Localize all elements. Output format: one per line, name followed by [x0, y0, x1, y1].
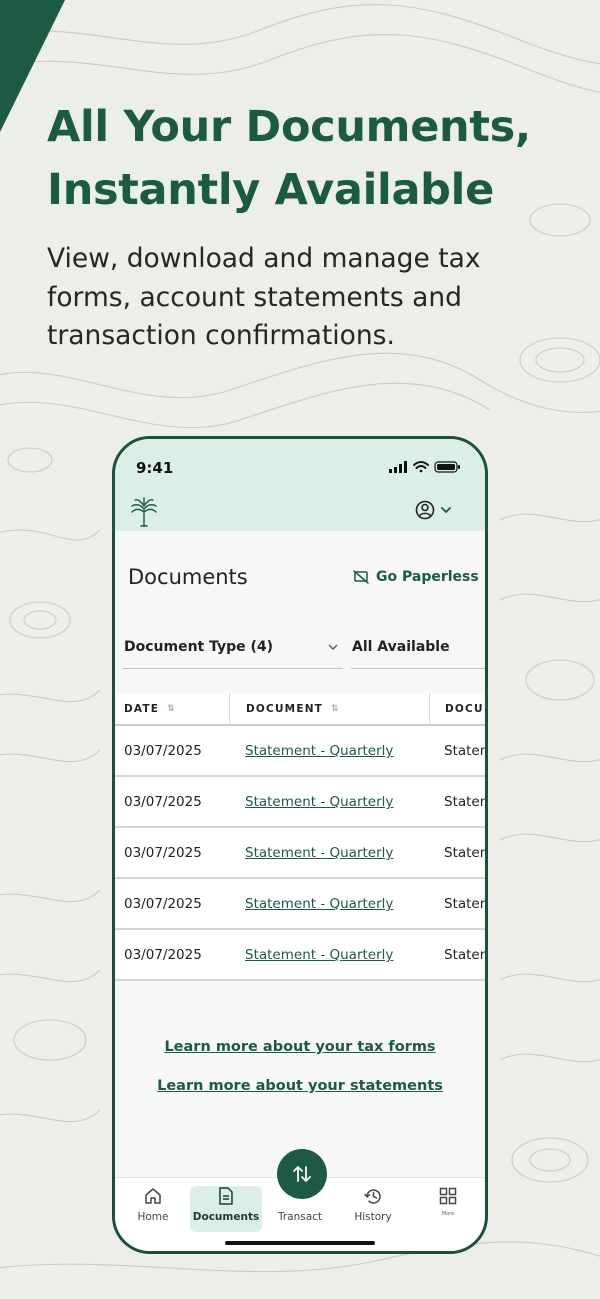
document-type-label: Document Type (4) — [124, 638, 274, 655]
tab-more[interactable]: More — [415, 1186, 481, 1232]
document-icon — [219, 1187, 233, 1205]
row-document-type: Statem — [444, 845, 485, 861]
go-paperless-label: Go Paperless — [376, 569, 479, 585]
tab-history[interactable]: History — [340, 1186, 406, 1232]
column-document-type-label: DOCU — [445, 702, 484, 715]
home-indicator — [225, 1241, 375, 1245]
headline-line-2: Instantly Available — [47, 165, 494, 215]
documents-table: DATE ⇅ DOCUMENT ⇅ DOCU 03/07/2025 Statem… — [115, 693, 485, 981]
tab-history-label: History — [354, 1211, 392, 1223]
chevron-down-icon — [441, 507, 451, 514]
row-document-type: Statem — [444, 743, 485, 759]
row-document-link[interactable]: Statement - Quarterly — [245, 743, 393, 759]
tab-more-label: More — [441, 1211, 455, 1217]
row-document-link[interactable]: Statement - Quarterly — [245, 845, 393, 861]
history-icon — [363, 1188, 381, 1204]
sort-icon: ⇅ — [167, 703, 176, 714]
row-document-link[interactable]: Statement - Quarterly — [245, 896, 393, 912]
phone-frame: 9:41 Documents Go Paperless Document Typ… — [112, 436, 488, 1254]
wifi-icon — [413, 461, 429, 473]
tab-documents-label: Documents — [192, 1211, 260, 1223]
row-date: 03/07/2025 — [124, 896, 202, 912]
column-date[interactable]: DATE ⇅ — [124, 693, 176, 724]
chevron-down-icon — [328, 644, 338, 650]
column-document[interactable]: DOCUMENT ⇅ — [246, 693, 340, 724]
tax-forms-link[interactable]: Learn more about your tax forms — [115, 1039, 485, 1055]
tab-home-label: Home — [137, 1211, 169, 1223]
documents-screen: Documents Go Paperless Document Type (4)… — [115, 531, 485, 1177]
row-document-link[interactable]: Statement - Quarterly — [245, 947, 393, 963]
tab-home[interactable]: Home — [120, 1186, 186, 1232]
status-icons — [387, 459, 463, 478]
row-document-type: Statem — [444, 794, 485, 810]
sort-icon: ⇅ — [331, 703, 340, 714]
app-header: 9:41 — [115, 439, 485, 531]
tab-documents[interactable]: Documents — [190, 1186, 262, 1232]
table-row: 03/07/2025 Statement - Quarterly Statem — [115, 879, 485, 930]
row-date: 03/07/2025 — [124, 794, 202, 810]
availability-filter[interactable]: All Available — [351, 625, 485, 669]
row-document-type: Statem — [444, 947, 485, 963]
no-paper-icon — [353, 570, 369, 584]
row-document-type: Statem — [444, 896, 485, 912]
hero-subtext: View, download and manage tax forms, acc… — [47, 243, 481, 351]
table-row: 03/07/2025 Statement - Quarterly Statem — [115, 777, 485, 828]
table-row: 03/07/2025 Statement - Quarterly Statem — [115, 930, 485, 981]
transact-fab-button[interactable] — [277, 1149, 327, 1199]
account-icon — [415, 500, 435, 520]
column-document-label: DOCUMENT — [246, 702, 324, 715]
row-date: 03/07/2025 — [124, 947, 202, 963]
table-row: 03/07/2025 Statement - Quarterly Statem — [115, 828, 485, 879]
headline-line-1: All Your Documents, — [47, 102, 531, 152]
home-icon — [145, 1188, 161, 1204]
status-time: 9:41 — [136, 459, 174, 477]
table-header: DATE ⇅ DOCUMENT ⇅ DOCU — [115, 693, 485, 726]
row-date: 03/07/2025 — [124, 743, 202, 759]
go-paperless-button[interactable]: Go Paperless — [353, 569, 479, 585]
availability-label: All Available — [352, 638, 450, 655]
row-date: 03/07/2025 — [124, 845, 202, 861]
table-row: 03/07/2025 Statement - Quarterly Statem — [115, 726, 485, 777]
row-document-link[interactable]: Statement - Quarterly — [245, 794, 393, 810]
column-document-type[interactable]: DOCU — [445, 693, 484, 724]
statements-link[interactable]: Learn more about your statements — [115, 1078, 485, 1094]
tab-transact-label: Transact — [277, 1211, 323, 1223]
hero-headline: All Your Documents, Instantly Available — [47, 96, 587, 222]
grid-icon — [439, 1187, 457, 1205]
column-date-label: DATE — [124, 702, 160, 715]
signal-icon — [389, 461, 407, 473]
document-type-filter[interactable]: Document Type (4) — [123, 625, 343, 669]
battery-icon — [434, 461, 460, 473]
page-title: Documents — [128, 565, 248, 589]
tree-logo-icon[interactable] — [129, 496, 159, 532]
swap-arrows-icon — [293, 1166, 311, 1182]
profile-menu-button[interactable] — [415, 499, 457, 525]
